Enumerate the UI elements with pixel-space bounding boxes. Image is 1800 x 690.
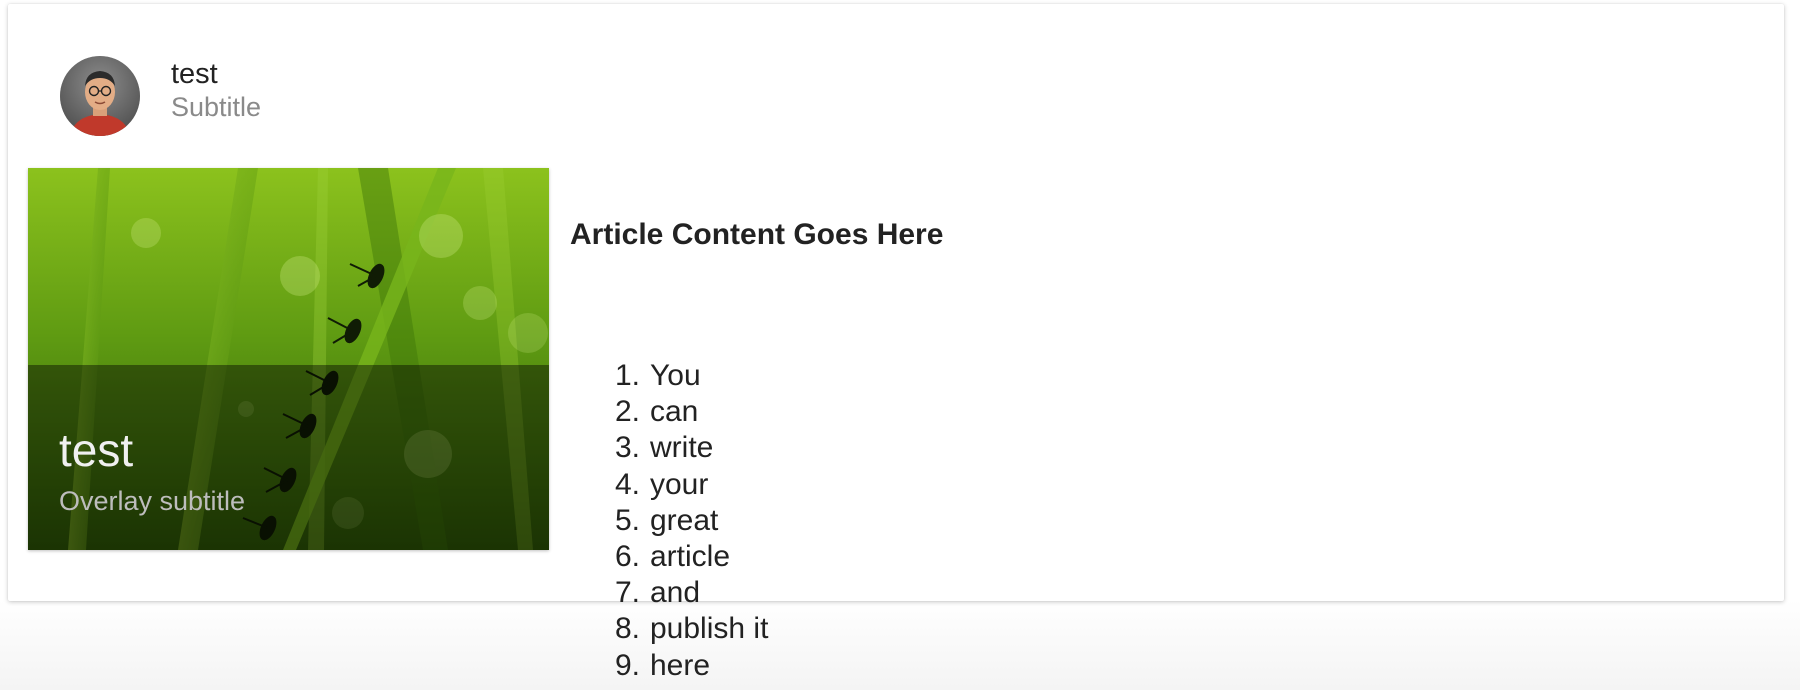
list-number: 5. (614, 503, 640, 537)
list-item: 5. great (570, 503, 768, 539)
list-item: 7. and (570, 575, 768, 611)
card-subtitle: Subtitle (171, 92, 262, 122)
avatar[interactable] (60, 56, 140, 136)
list-text: here (650, 648, 711, 682)
list-number: 8. (614, 612, 640, 646)
list-item: 2. can (570, 394, 768, 430)
list-number: 4. (614, 467, 640, 501)
media-overlay: test Overlay subtitle (28, 365, 549, 550)
list-item: 1. You (570, 358, 768, 394)
card-media[interactable]: test Overlay subtitle (28, 168, 549, 550)
list-text: You (650, 359, 701, 392)
list-number: 3. (614, 431, 640, 465)
card-header: test Subtitle (8, 4, 1784, 164)
article-content: Article Content Goes Here 1. You 2. can 3.… (570, 218, 944, 682)
article-list: 1. You 2. can 3. write 4. your 5. great 6. art… (570, 358, 768, 684)
list-item: 4. your (570, 467, 768, 503)
avatar-photo (60, 56, 140, 136)
list-text: can (650, 395, 699, 429)
list-text: publish it (650, 612, 769, 646)
list-text: article (650, 540, 731, 574)
article-heading: Article Content Goes Here (570, 218, 944, 251)
list-text: write (650, 431, 714, 465)
list-number: 6. (614, 540, 640, 574)
list-text: your (650, 467, 709, 501)
page: test Subtitle test Overlay subtitle Arti… (0, 0, 1800, 690)
list-number: 2. (614, 395, 640, 429)
list-number: 9. (614, 648, 640, 682)
card: test Subtitle test Overlay subtitle (8, 4, 1784, 601)
list-item: 8. publish it (570, 611, 768, 647)
list-item: 3. write (570, 430, 768, 466)
list-item: 9. here (570, 648, 768, 684)
list-text: great (650, 503, 719, 537)
overlay-title: test (59, 424, 134, 476)
list-number: 7. (614, 576, 640, 610)
list-item: 6. article (570, 539, 768, 575)
overlay-subtitle: Overlay subtitle (59, 486, 246, 516)
list-text: and (650, 576, 701, 610)
list-number: 1. (614, 359, 640, 392)
card-title: test (171, 58, 218, 90)
